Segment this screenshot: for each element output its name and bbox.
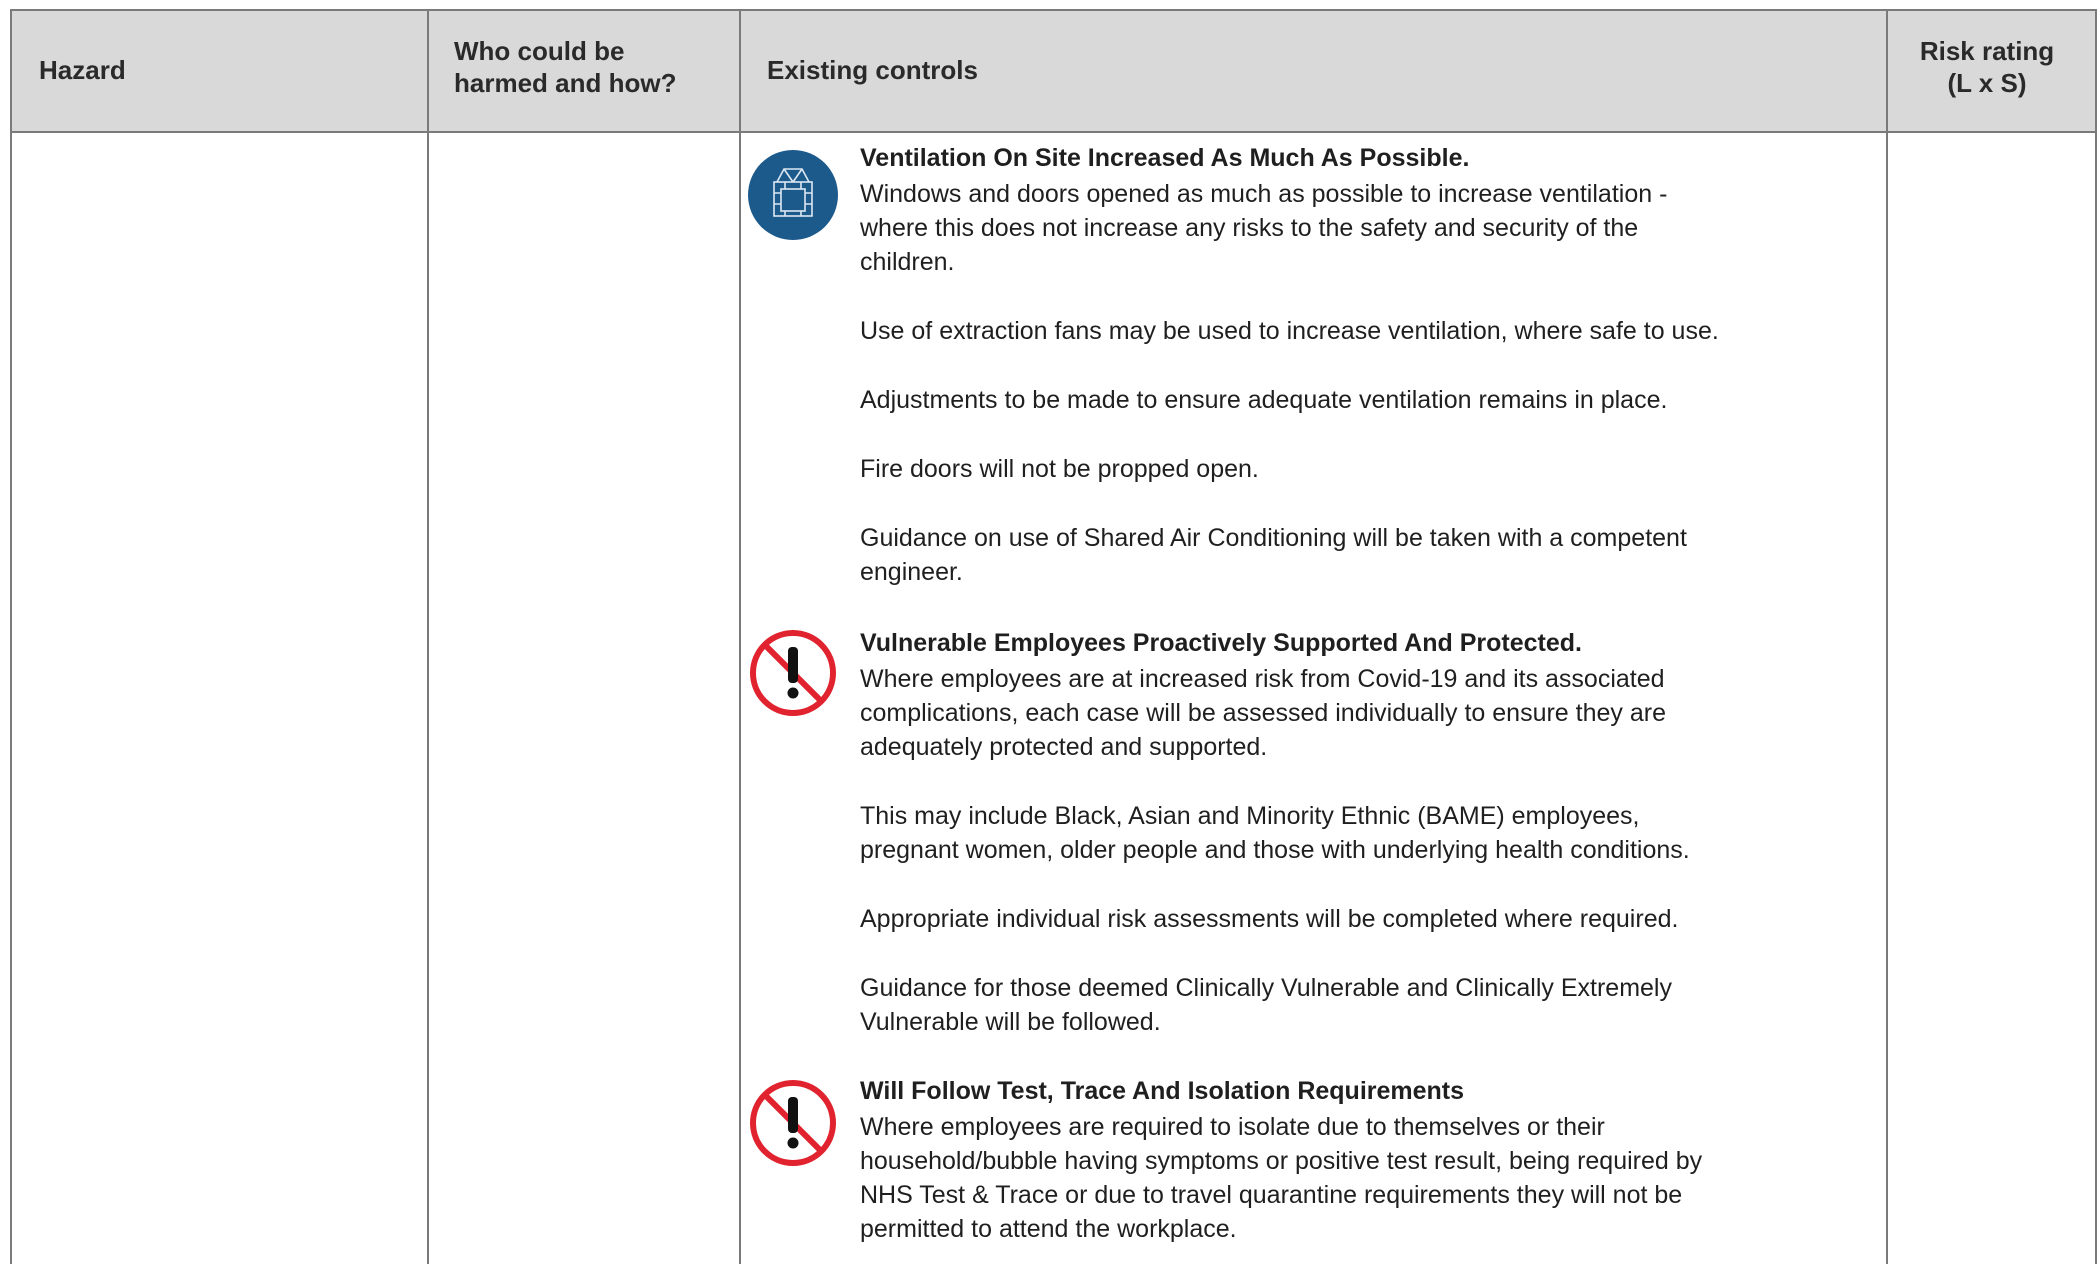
- header-existing-controls: Existing controls: [767, 55, 978, 85]
- header-risk-rating: Risk rating (L x S): [1919, 36, 2055, 98]
- table-header: [12, 11, 2095, 133]
- control-title: Will Follow Test, Trace And Isolation Re…: [860, 1077, 1465, 1105]
- control-block-vulnerable-employees: Vulnerable Employees Proactively Support…: [860, 627, 1870, 1039]
- control-paragraph: Appropriate individual risk assessments …: [860, 905, 1679, 933]
- control-block-test-trace: Will Follow Test, Trace And Isolation Re…: [860, 1075, 1870, 1246]
- column-divider: [1886, 11, 1888, 1264]
- ventilation-icon: [748, 150, 838, 240]
- control-paragraph: This may include Black, Asian and Minori…: [860, 802, 1690, 864]
- control-paragraph: Fire doors will not be propped open.: [860, 455, 1259, 483]
- prohibition-warning-icon: [750, 630, 836, 716]
- prohibition-warning-icon: [750, 1080, 836, 1166]
- control-paragraph: Where employees are required to isolate …: [860, 1113, 1703, 1243]
- control-block-ventilation: Ventilation On Site Increased As Much As…: [860, 142, 1870, 589]
- header-who-harmed: Who could be harmed and how?: [454, 36, 677, 98]
- column-divider: [427, 11, 429, 1264]
- column-divider: [739, 11, 741, 1264]
- control-paragraph: Guidance for those deemed Clinically Vul…: [860, 974, 1672, 1036]
- control-paragraph: Use of extraction fans may be used to in…: [860, 317, 1719, 345]
- control-paragraph: Where employees are at increased risk fr…: [860, 665, 1666, 761]
- control-paragraph: Guidance on use of Shared Air Conditioni…: [860, 524, 1687, 586]
- header-hazard: Hazard: [39, 55, 126, 85]
- control-paragraph: Adjustments to be made to ensure adequat…: [860, 386, 1668, 414]
- control-title: Ventilation On Site Increased As Much As…: [860, 144, 1470, 172]
- risk-assessment-table: Hazard Who could be harmed and how? Exis…: [10, 9, 2097, 1264]
- control-title: Vulnerable Employees Proactively Support…: [860, 629, 1582, 657]
- control-paragraph: Windows and doors opened as much as poss…: [860, 180, 1668, 276]
